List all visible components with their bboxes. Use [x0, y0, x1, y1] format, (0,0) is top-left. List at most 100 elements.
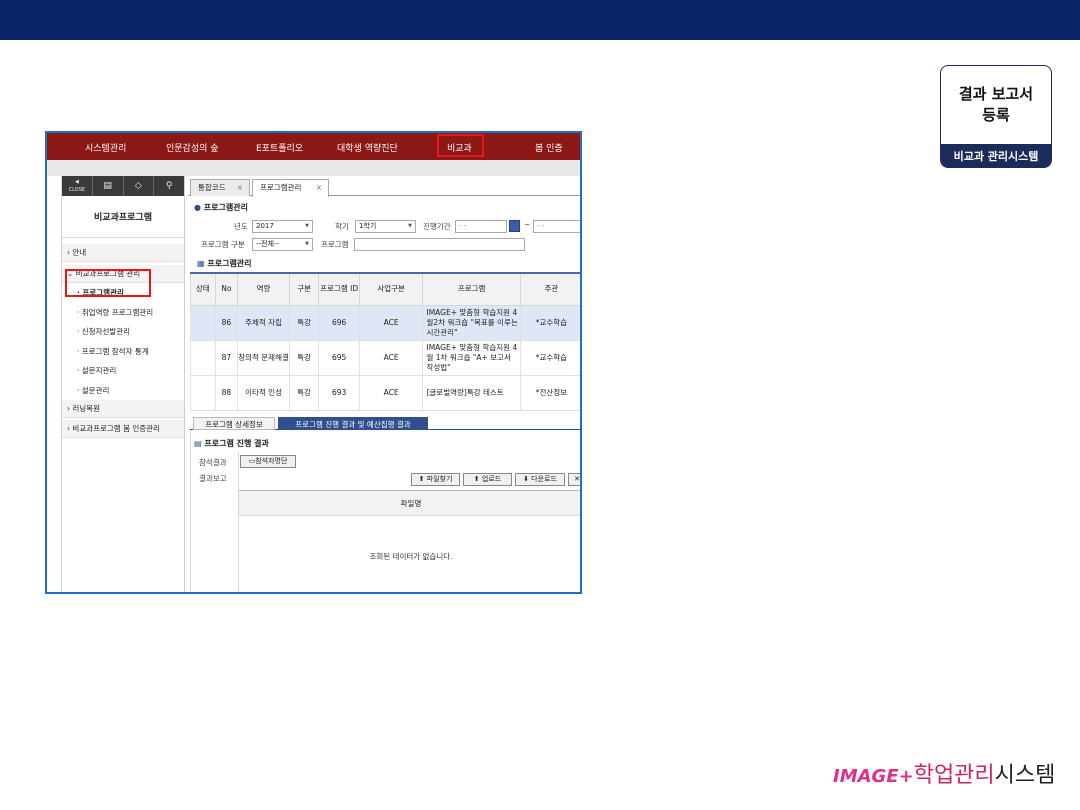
start-date-input[interactable]: - - [455, 220, 507, 233]
cell-host: *교수학습 [519, 304, 580, 341]
sidebar-item-attendee-stats[interactable]: · 프로그램 참석자 통계 [62, 342, 184, 362]
grid-icon: ▦ [197, 259, 205, 268]
attendee-list-button[interactable]: ▭참석자명단 [240, 455, 296, 468]
download-icon: ⬇ [523, 475, 529, 483]
col-program[interactable]: 프로그램 [422, 272, 521, 306]
logo-text: 학업관리 [913, 763, 995, 788]
search-section-title: ● 프로그램관리 [194, 203, 248, 212]
end-date-input[interactable]: - - [533, 220, 580, 233]
sidebar-item-applicant-selection[interactable]: · 신청자선발관리 [62, 322, 184, 342]
sidebar-group-certification[interactable]: › 비교과프로그램 봄 인증관리 [62, 420, 184, 438]
sidebar-toolbar: ◀ CLOSE ▤ ◇ ⚲ [62, 176, 184, 196]
cell-type: 특강 [288, 304, 320, 341]
sidebar-group-learning[interactable]: › 러닝목원 [62, 400, 184, 418]
sidebar-title: 비교과프로그램 [62, 196, 184, 238]
calendar-icon[interactable] [509, 220, 520, 232]
close-icon[interactable]: × [316, 180, 322, 195]
program-name-label: 프로그램 [321, 240, 349, 249]
sidebar-highlight-box [65, 269, 151, 297]
sidebar-group-guide[interactable]: › 안내 [62, 244, 184, 262]
cell-biz: ACE [358, 339, 424, 376]
period-label: 진행기간 [423, 222, 451, 231]
sidebar-item-survey-form[interactable]: · 설문지관리 [62, 361, 184, 381]
col-competency[interactable]: 역량 [237, 272, 290, 306]
close-icon[interactable]: × [237, 180, 243, 195]
chevron-down-icon: ▼ [408, 223, 412, 229]
year-select[interactable]: 2017 ▼ [252, 220, 313, 233]
tag-icon[interactable]: ◇ [124, 176, 155, 196]
col-status[interactable]: 상태 [190, 272, 216, 306]
tab-integrated-code[interactable]: 통합코드 × [190, 179, 250, 196]
program-table: 상태 No 역량 구분 프로그램 ID 사업구분 프로그램 주관 86 주체적 … [190, 272, 580, 411]
col-business[interactable]: 사업구분 [358, 272, 424, 306]
empty-message: 조회된 데이터가 없습니다. [369, 552, 453, 561]
logo-text-system: 시스템 [994, 763, 1056, 788]
result-section-title: ▤ 프로그램 진행 결과 [194, 439, 269, 448]
report-registration-badge: 결과 보고서 등록 비교과 관리시스템 [940, 65, 1052, 168]
cell-host: *교수학습 [519, 339, 580, 376]
cell-id: 693 [318, 374, 360, 411]
col-no[interactable]: No [214, 272, 239, 306]
year-label: 년도 [234, 222, 248, 231]
cell-program: IMAGE+ 맞춤형 학습지원 4월2차 워크숍 "목표를 이루는 시간관리" [422, 304, 521, 341]
col-type[interactable]: 구분 [288, 272, 320, 306]
report-label: 결과보고 [199, 474, 227, 483]
chevron-down-icon: ▼ [305, 241, 309, 247]
download-button[interactable]: ⬇ 다운로드 [515, 473, 565, 486]
grid-section-title: ▦ 프로그램관리 [197, 259, 252, 268]
cell-id: 695 [318, 339, 360, 376]
brand-mark: IMAGE+ [833, 766, 914, 787]
delete-button[interactable]: ✕ [568, 473, 580, 486]
menu-highlight-box [437, 134, 484, 157]
tab-program-result[interactable]: 프로그램 진행 결과 및 예산집행 결과 [278, 417, 428, 430]
cell-biz: ACE [358, 304, 424, 341]
app-screenshot: 시스템관리 인문감성의 숲 E포트폴리오 대학생 역량진단 비교과 봄 인증 ◀… [45, 131, 582, 594]
col-host[interactable]: 주관 [519, 272, 580, 306]
cell-id: 696 [318, 304, 360, 341]
close-icon: ✕ [574, 475, 580, 483]
close-button[interactable]: ◀ CLOSE [62, 176, 93, 196]
col-program-id[interactable]: 프로그램 ID [318, 272, 360, 306]
menu-diagnosis[interactable]: 대학생 역량진단 [337, 141, 398, 154]
tab-program-mgmt[interactable]: 프로그램관리 × [252, 179, 329, 197]
sidebar-item-employment-program[interactable]: · 취업역량 프로그램관리 [62, 303, 184, 323]
find-file-button[interactable]: ⬆ 파일찾기 [411, 473, 460, 486]
date-separator: ~ [524, 220, 531, 229]
divider [238, 452, 239, 592]
sidebar: ◀ CLOSE ▤ ◇ ⚲ 비교과프로그램 › 안내 ⌄ 비교과프로그램 관리 ·… [61, 176, 185, 592]
cell-type: 특강 [288, 339, 320, 376]
cell-no: 86 [214, 304, 239, 341]
grid-icon: ▤ [194, 439, 202, 448]
program-name-input[interactable] [354, 238, 525, 251]
top-banner [0, 0, 1080, 40]
semester-label: 학기 [335, 222, 349, 231]
menu-eportfolio[interactable]: E포트폴리오 [256, 141, 303, 154]
file-name-header: 파일명 [239, 490, 580, 516]
table-row[interactable]: 87 창의적 문제해결 특강 695 ACE IMAGE+ 맞춤형 학습지원 4… [190, 339, 580, 376]
menu-certification[interactable]: 봄 인증 [535, 141, 563, 154]
upload-icon: ⬆ [418, 475, 425, 483]
program-type-label: 프로그램 구분 [201, 240, 245, 249]
badge-title: 결과 보고서 등록 [958, 85, 1034, 124]
cell-competency: 이타적 인성 [237, 374, 290, 411]
divider [190, 430, 191, 592]
cell-program: [글로벌역량]특강 테스트 [422, 374, 521, 411]
program-type-select[interactable]: --전체-- ▼ [252, 238, 313, 251]
upload-icon: ⬆ [473, 475, 480, 483]
cell-competency: 주체적 자립 [237, 304, 290, 341]
system-logo: IMAGE+학업관리시스템 [833, 757, 1055, 789]
cell-status [190, 374, 216, 411]
badge-footer: 비교과 관리시스템 [941, 144, 1051, 167]
menu-system[interactable]: 시스템관리 [85, 141, 126, 154]
sidebar-item-survey[interactable]: · 설문관리 [62, 381, 184, 401]
table-row[interactable]: 86 주체적 자립 특강 696 ACE IMAGE+ 맞춤형 학습지원 4월2… [190, 304, 580, 341]
upload-button[interactable]: ⬆ 업로드 [463, 473, 512, 486]
tab-program-detail[interactable]: 프로그램 상세정보 [193, 417, 275, 430]
menu-humanities[interactable]: 인문감성의 숲 [166, 141, 219, 154]
cell-competency: 창의적 문제해결 [237, 339, 290, 376]
cell-no: 87 [214, 339, 239, 376]
search-icon[interactable]: ⚲ [154, 176, 184, 196]
table-row[interactable]: 88 이타적 인성 특강 693 ACE [글로벌역량]특강 테스트 *전산정보 [190, 374, 580, 411]
clipboard-icon[interactable]: ▤ [93, 176, 124, 196]
semester-select[interactable]: 1학기 ▼ [355, 220, 416, 233]
